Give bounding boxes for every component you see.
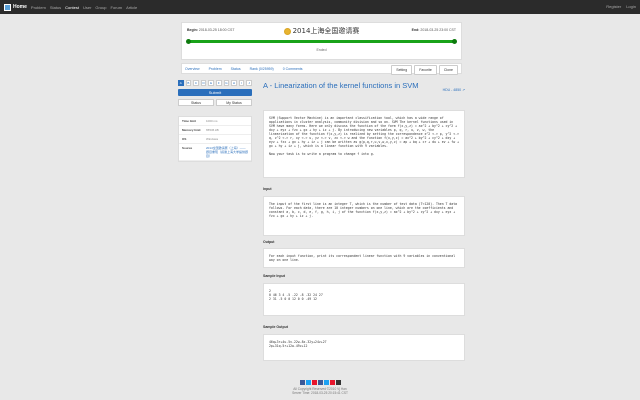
page-d[interactable]: D xyxy=(200,80,207,86)
contest-progress-bar xyxy=(186,39,457,44)
nav-user[interactable]: User xyxy=(83,5,91,10)
social-icons xyxy=(0,380,640,385)
tab-problem[interactable]: Problem xyxy=(209,67,222,71)
page-c[interactable]: C xyxy=(193,80,199,86)
page-h[interactable]: H xyxy=(231,80,237,86)
my-status-button[interactable]: My Status xyxy=(216,99,252,106)
tab-status[interactable]: Status xyxy=(231,67,241,71)
server-time: Server Time: 2018-03-25 20:15:41 CST xyxy=(292,391,348,395)
problem-sidebar: A B C D E F G H I J Submit Status My Sta… xyxy=(178,80,252,162)
progress-start-dot xyxy=(186,39,191,44)
info-row: Source 2014全国邀请赛（上海）——题目重现（感谢上海大学提供题目） xyxy=(179,144,251,161)
page-g[interactable]: G xyxy=(223,80,230,86)
nav-contest[interactable]: Contest xyxy=(65,5,79,10)
setting-button[interactable]: Setting xyxy=(391,65,413,75)
status-button[interactable]: Status xyxy=(178,99,214,106)
tab-comments[interactable]: 0 Comments xyxy=(283,67,303,71)
contest-end: End: 2018-03-25 23:00 CST xyxy=(411,28,456,32)
page-i[interactable]: I xyxy=(238,80,245,86)
tab-rank[interactable]: Rank (0/25959) xyxy=(250,67,274,71)
problem-source-link[interactable]: HDU - 4850 ↗ xyxy=(443,88,465,92)
problem-pager: A B C D E F G H I J xyxy=(178,80,252,86)
page-j[interactable]: J xyxy=(246,80,252,86)
more-share-icon[interactable] xyxy=(335,380,341,385)
nav-problem[interactable]: Problem xyxy=(31,5,46,10)
info-row: Memory limit 65536 kB xyxy=(179,126,251,135)
clone-button[interactable]: Clone xyxy=(438,65,458,75)
contest-header: Begin: 2018-03-25 18:00 CST 2014上海全国邀请赛 … xyxy=(181,22,462,60)
tab-overview[interactable]: Overview xyxy=(185,67,200,71)
brand-label: Home xyxy=(13,4,27,10)
sample-input-card: 2 0 46 3 4 -5 -22 -8 -32 24 27 2 31 -5 0… xyxy=(263,283,465,316)
contest-tabs: Overview Problem Status Rank (0/25959) 0… xyxy=(181,63,462,75)
sample-output-card: 46q+3r+4u-5v-22w-8x-32y+24z+27 2p+31q-5r… xyxy=(263,334,465,361)
page-e[interactable]: E xyxy=(208,80,214,86)
twitter-icon[interactable] xyxy=(305,380,311,385)
info-row: OS Windows xyxy=(179,135,251,144)
nav-article[interactable]: Article xyxy=(126,5,137,10)
problem-main: A - Linearization of the kernel function… xyxy=(263,81,465,361)
page-a[interactable]: A xyxy=(178,80,184,86)
submit-button[interactable]: Submit xyxy=(178,89,252,96)
problem-info-table: Time limit 1000 ms Memory limit 65536 kB… xyxy=(178,116,252,162)
nav-status[interactable]: Status xyxy=(50,5,61,10)
input-card: The input of the first line is an intege… xyxy=(263,196,465,236)
nav-group[interactable]: Group xyxy=(95,5,106,10)
output-card: For each input function, print its corre… xyxy=(263,248,465,268)
favorite-button[interactable]: Favorite xyxy=(414,65,437,75)
output-label: Output xyxy=(263,240,275,244)
renren-icon[interactable] xyxy=(329,380,335,385)
login-link[interactable]: Login xyxy=(626,4,636,9)
contest-status: Ended xyxy=(316,48,327,52)
progress-end-dot xyxy=(452,39,457,44)
page-b[interactable]: B xyxy=(185,80,192,86)
sample-output-label: Sample Output xyxy=(263,325,288,329)
nav-forum[interactable]: Forum xyxy=(111,5,123,10)
share-icon[interactable] xyxy=(317,380,323,385)
input-label: Input xyxy=(263,187,272,191)
description-card: SVM (Support Vector Machine) is an impor… xyxy=(263,110,465,178)
trophy-icon xyxy=(283,27,291,35)
problem-title: A - Linearization of the kernel function… xyxy=(263,81,419,90)
weibo-icon[interactable] xyxy=(311,380,317,385)
top-navbar: Home Problem Status Contest User Group F… xyxy=(0,0,640,14)
page-footer: All Copyright Reserved ©2010 Vj Han Serv… xyxy=(0,380,640,395)
register-link[interactable]: Register xyxy=(606,4,621,9)
page-f[interactable]: F xyxy=(215,80,222,86)
facebook-icon[interactable] xyxy=(299,380,305,385)
sample-input-label: Sample Input xyxy=(263,274,285,278)
logo-icon xyxy=(4,3,11,11)
source-link[interactable]: 2014全国邀请赛（上海）——题目重现（感谢上海大学提供题目） xyxy=(206,146,248,158)
brand[interactable]: Home xyxy=(4,3,27,11)
info-row: Time limit 1000 ms xyxy=(179,117,251,126)
qq-icon[interactable] xyxy=(323,380,329,385)
